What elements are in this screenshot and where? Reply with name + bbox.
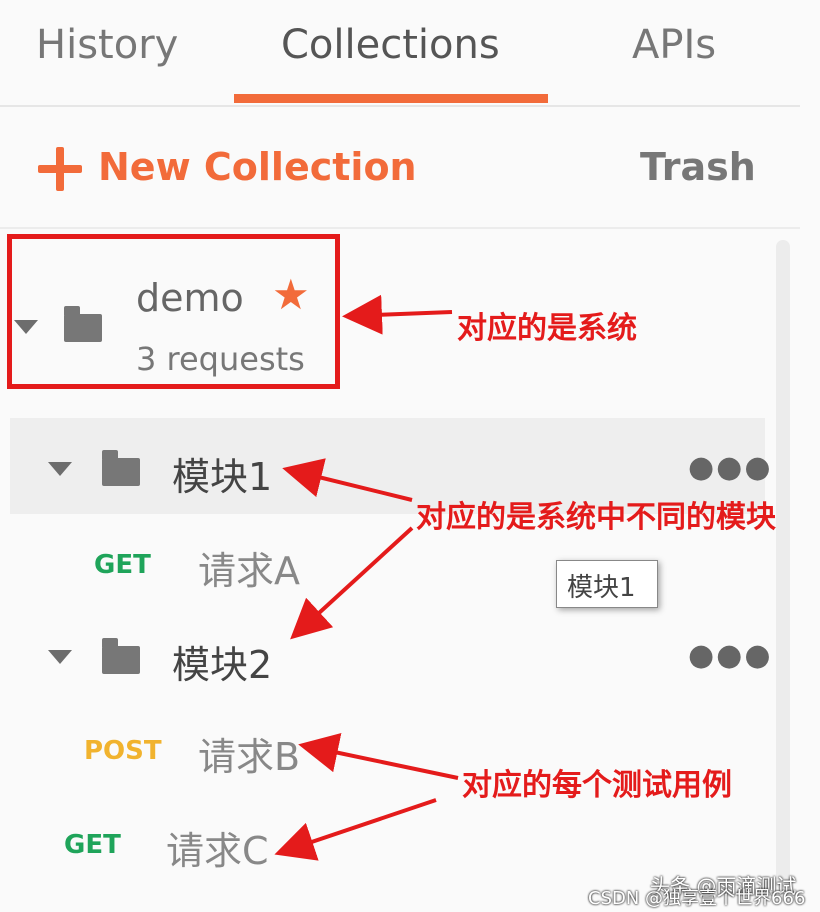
watermark-csdn: CSDN @独享壹个世界666: [588, 888, 806, 909]
annotation-testcase: 对应的每个测试用例: [462, 768, 732, 803]
annotation-module: 对应的是系统中不同的模块: [416, 500, 776, 535]
annotation-system: 对应的是系统: [457, 311, 637, 346]
